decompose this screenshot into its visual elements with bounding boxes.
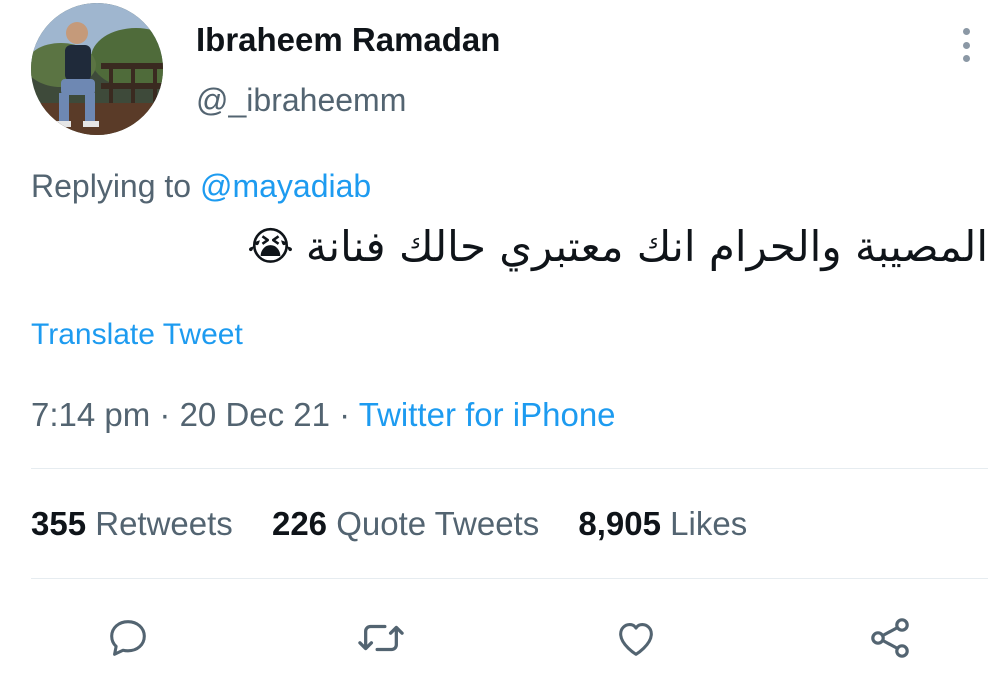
- retweet-icon: [358, 624, 404, 652]
- quote-tweets-stat[interactable]: 226 Quote Tweets: [272, 505, 539, 542]
- replying-to: Replying to @mayadiab: [31, 168, 371, 205]
- crying-emoji-icon: 😭: [247, 224, 294, 269]
- tweet-source-link[interactable]: Twitter for iPhone: [359, 396, 616, 433]
- retweet-button[interactable]: [355, 612, 407, 664]
- avatar[interactable]: [31, 3, 163, 135]
- tweet-time[interactable]: 7:14 pm: [31, 396, 150, 433]
- quote-tweets-label: Quote Tweets: [336, 505, 540, 542]
- quote-tweets-count: 226: [271, 505, 328, 542]
- share-icon: [871, 618, 909, 658]
- retweets-stat[interactable]: 355 Retweets: [31, 505, 233, 542]
- tweet-text: 😭 المصيبة والحرام انك معتبري حالك فنانة: [247, 222, 988, 271]
- likes-label: Likes: [670, 505, 748, 542]
- divider: [31, 578, 988, 579]
- more-vertical-icon[interactable]: [954, 28, 978, 62]
- tweet-body: المصيبة والحرام انك معتبري حالك فنانة: [305, 222, 988, 271]
- divider: [31, 468, 988, 469]
- meta-separator: ·: [330, 396, 359, 433]
- retweets-count: 355: [31, 505, 87, 542]
- tweet-meta: 7:14 pm · 20 Dec 21 · Twitter for iPhone: [31, 396, 616, 434]
- heart-icon: [619, 623, 653, 656]
- translate-tweet-link[interactable]: Translate Tweet: [31, 318, 243, 352]
- display-name[interactable]: Ibraheem Ramadan: [196, 21, 500, 59]
- meta-separator: ·: [150, 396, 180, 433]
- tweet-date[interactable]: 20 Dec 21: [180, 396, 330, 433]
- likes-count: 8,905: [578, 505, 661, 542]
- reply-mention-link[interactable]: @mayadiab: [200, 168, 371, 204]
- likes-stat[interactable]: 8,905 Likes: [578, 505, 747, 542]
- user-handle[interactable]: @_ibraheemm: [196, 82, 406, 119]
- avatar-photo: [31, 3, 163, 135]
- reply-icon: [110, 620, 146, 656]
- replying-prefix: Replying to: [31, 168, 200, 204]
- like-button[interactable]: [610, 612, 662, 664]
- reply-button[interactable]: [102, 612, 154, 664]
- share-button[interactable]: [864, 612, 916, 664]
- tweet-stats: 355 Retweets 226 Quote Tweets 8,905 Like…: [31, 505, 777, 543]
- retweets-label: Retweets: [95, 505, 233, 542]
